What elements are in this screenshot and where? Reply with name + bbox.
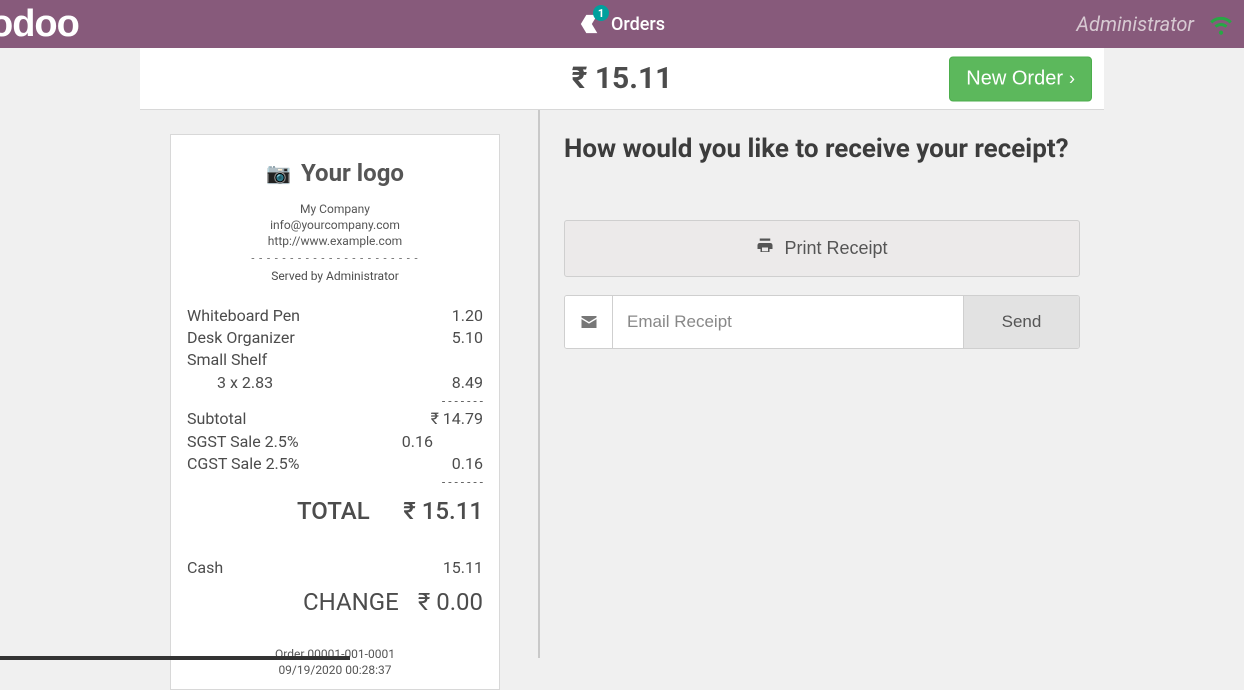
line-price: 1.20 <box>452 305 483 327</box>
company-name: My Company <box>187 201 483 217</box>
divider-right: - - - - - - - <box>187 475 483 489</box>
chevron-right-icon: › <box>1069 68 1075 89</box>
total-row: TOTAL ₹ 15.11 <box>187 497 483 525</box>
new-order-button[interactable]: New Order › <box>949 56 1092 101</box>
camera-icon: 📷 <box>266 161 291 185</box>
change-label: CHANGE <box>187 588 399 616</box>
subtotal-label: Subtotal <box>187 408 246 430</box>
company-email: info@yourcompany.com <box>187 217 483 233</box>
brand-logo: odoo <box>0 0 79 48</box>
orders-icon: 1 <box>579 13 601 35</box>
tax-value: 0.16 <box>402 431 433 453</box>
email-receipt-input[interactable] <box>613 296 963 348</box>
receipt-line: Whiteboard Pen 1.20 <box>187 305 483 327</box>
receipt-footer: Order 00001-001-0001 09/19/2020 00:28:37 <box>187 646 483 680</box>
wifi-icon <box>1208 11 1234 37</box>
main-area: 📷 Your logo My Company info@yourcompany.… <box>140 110 1104 658</box>
receipt-preview: 📷 Your logo My Company info@yourcompany.… <box>170 134 500 690</box>
email-receipt-group: Send <box>564 295 1080 349</box>
line-price: 8.49 <box>452 372 483 394</box>
line-qty: 3 x 2.83 <box>187 372 273 394</box>
orders-label: Orders <box>611 14 665 35</box>
orders-tab[interactable]: 1 Orders <box>579 13 665 35</box>
tax-value: 0.16 <box>452 453 483 475</box>
total-label: TOTAL <box>187 497 370 525</box>
served-by: Served by Administrator <box>187 269 483 283</box>
print-receipt-button[interactable]: Print Receipt <box>564 220 1080 277</box>
receipt-logo-text: Your logo <box>301 159 404 187</box>
actions-column: How would you like to receive your recei… <box>540 110 1104 658</box>
receipt-lines: Whiteboard Pen 1.20 Desk Organizer 5.10 … <box>187 305 483 616</box>
payment-row: Cash 15.11 <box>187 557 483 579</box>
tax-row: CGST Sale 2.5% 0.16 <box>187 453 483 475</box>
order-date: 09/19/2020 00:28:37 <box>187 662 483 679</box>
new-order-label: New Order <box>966 67 1063 90</box>
receipt-company: My Company info@yourcompany.com http://w… <box>187 201 483 250</box>
divider-dashes: - - - - - - - - - - - - - - - - - - - - … <box>187 252 483 265</box>
receipt-logo: 📷 Your logo <box>187 159 483 187</box>
top-bar: odoo 1 Orders Administrator <box>0 0 1244 48</box>
print-receipt-label: Print Receipt <box>784 238 887 259</box>
line-name: Small Shelf <box>187 349 267 371</box>
payment-value: 15.11 <box>443 557 483 579</box>
envelope-icon <box>565 296 613 348</box>
subtotal-row: Subtotal ₹ 14.79 <box>187 408 483 430</box>
receipt-line: Small Shelf <box>187 349 483 371</box>
tax-label: SGST Sale 2.5% <box>187 431 299 453</box>
receipt-question: How would you like to receive your recei… <box>564 134 1080 164</box>
receipt-line: Desk Organizer 5.10 <box>187 327 483 349</box>
line-name: Whiteboard Pen <box>187 305 300 327</box>
order-total: ₹ 15.11 <box>572 61 673 96</box>
receipt-line-qty: 3 x 2.83 8.49 <box>187 372 483 394</box>
current-user[interactable]: Administrator <box>1076 12 1194 36</box>
line-price: 5.10 <box>452 327 483 349</box>
total-value: ₹ 15.11 <box>403 497 483 525</box>
change-value: ₹ 0.00 <box>418 588 483 616</box>
tax-label: CGST Sale 2.5% <box>187 453 299 475</box>
send-receipt-button[interactable]: Send <box>963 296 1079 348</box>
sub-header: ₹ 15.11 New Order › <box>140 48 1104 110</box>
subtotal-value: ₹ 14.79 <box>431 408 483 430</box>
divider-right: - - - - - - - <box>187 394 483 408</box>
change-row: CHANGE ₹ 0.00 <box>187 588 483 616</box>
payment-label: Cash <box>187 557 223 579</box>
tax-row: SGST Sale 2.5% 0.16 <box>187 431 483 453</box>
bottom-strip <box>0 656 350 660</box>
line-name: Desk Organizer <box>187 327 295 349</box>
print-icon <box>756 237 774 260</box>
receipt-column: 📷 Your logo My Company info@yourcompany.… <box>140 110 540 658</box>
company-website: http://www.example.com <box>187 233 483 249</box>
orders-count-badge: 1 <box>593 5 609 21</box>
